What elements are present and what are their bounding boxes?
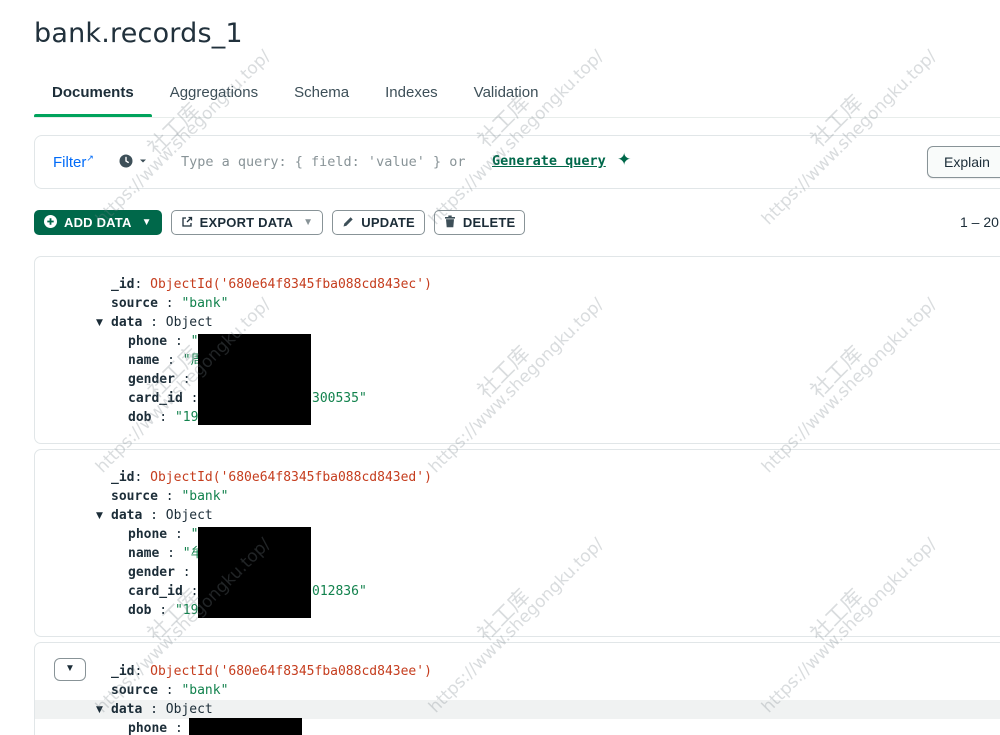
expand-triangle-icon[interactable]: ▼ [96,705,103,715]
nested-field: phone : " [128,527,199,542]
collection-title: bank.records_1 [34,18,243,49]
tabs-divider [34,117,1000,118]
delete-label: DELETE [462,215,516,230]
plus-circle-icon [44,215,57,230]
export-icon [181,216,193,230]
nested-field: card_id : [128,391,199,406]
data-field: data : Object [111,508,213,523]
field-key: phone [128,721,168,735]
field-key: dob [128,603,152,618]
field-key: phone [128,334,168,349]
tab-indexes[interactable]: Indexes [385,82,438,118]
field-key: data [111,508,143,523]
data-field: data : Object [111,702,213,717]
tab-validation[interactable]: Validation [474,82,539,118]
nested-field: gender : [128,372,191,387]
tab-aggregations[interactable]: Aggregations [170,82,258,118]
field-value: "bank" [181,296,229,311]
field-value: 300535" [312,391,367,406]
field-type: Object [165,508,213,523]
id-field: _id: ObjectId('680e64f8345fba088cd843ed'… [111,470,432,485]
pencil-icon [342,216,354,230]
field-key: card_id [128,391,183,406]
field-value: "19 [174,410,199,425]
filter-label: Filter [53,154,87,171]
nested-field: name : "牟 [128,546,204,561]
redaction-box [198,527,311,618]
expand-document-button[interactable]: ▼ [54,658,86,681]
clock-icon [119,154,133,168]
update-label: UPDATE [361,215,415,230]
nested-field: phone : [128,721,183,735]
nested-field: gender : [128,565,191,580]
caret-down-icon: ▼ [141,217,152,228]
add-data-button[interactable]: ADD DATA ▼ [34,210,162,235]
sparkle-icon: ✦ [617,150,632,169]
field-key: _id [111,664,135,679]
field-value: "bank" [181,683,229,698]
documents-toolbar: ADD DATA ▼ EXPORT DATA ▼ UPDATE DELETE [34,210,534,235]
redaction-box [189,718,302,735]
data-field: data : Object [111,315,213,330]
export-data-button[interactable]: EXPORT DATA ▼ [170,210,324,235]
nested-field: card_id : [128,584,199,599]
external-link-icon: ↗ [86,153,94,163]
update-button[interactable]: UPDATE [332,210,425,235]
collection-tabs: Documents Aggregations Schema Indexes Va… [34,82,574,118]
document-card[interactable]: ▼ _id: ObjectId('680e64f8345fba088cd843e… [34,642,1000,735]
tab-schema[interactable]: Schema [294,82,349,118]
tab-documents[interactable]: Documents [34,82,152,118]
field-key: data [111,702,143,717]
redaction-box [198,334,311,425]
field-key: gender [128,565,175,580]
trash-icon [444,215,456,230]
explain-button[interactable]: Explain [927,146,1000,178]
nested-field: dob : "19 [128,603,199,618]
query-bar: Filter↗ Type a query: { field: 'value' }… [34,135,1000,189]
expand-triangle-icon[interactable]: ▼ [96,511,103,521]
source-field: source : "bank" [111,489,229,504]
field-key: dob [128,410,152,425]
field-key: _id [111,470,135,485]
field-key: source [111,296,158,311]
caret-down-icon [140,159,146,163]
field-key: data [111,315,143,330]
field-key: name [128,546,160,561]
field-key: gender [128,372,175,387]
filter-link[interactable]: Filter↗ [53,153,94,171]
object-id-value: ObjectId('680e64f8345fba088cd843ed') [150,470,432,485]
field-type: Object [165,315,213,330]
field-type: Object [165,702,213,717]
add-data-label: ADD DATA [64,215,132,230]
source-field: source : "bank" [111,296,229,311]
field-key: card_id [128,584,183,599]
query-history-button[interactable] [119,154,148,168]
nested-field: name : "周 [128,353,204,368]
generate-query-link[interactable]: Generate query [492,153,606,169]
field-key: _id [111,277,135,292]
field-key: source [111,489,158,504]
field-key: name [128,353,160,368]
source-field: source : "bank" [111,683,229,698]
object-id-value: ObjectId('680e64f8345fba088cd843ee') [150,664,432,679]
query-input[interactable]: Type a query: { field: 'value' } or [181,154,465,170]
delete-button[interactable]: DELETE [433,210,526,235]
expand-triangle-icon[interactable]: ▼ [96,318,103,328]
id-field: _id: ObjectId('680e64f8345fba088cd843ec'… [111,277,432,292]
field-value: "bank" [181,489,229,504]
field-value: 012836" [312,584,367,599]
nested-field: phone : " [128,334,199,349]
document-card[interactable]: _id: ObjectId('680e64f8345fba088cd843ed'… [34,449,1000,637]
pagination-range: 1 – 20 [960,214,999,230]
field-value: "19 [174,603,199,618]
field-key: phone [128,527,168,542]
object-id-value: ObjectId('680e64f8345fba088cd843ec') [150,277,432,292]
export-data-label: EXPORT DATA [199,215,294,230]
document-card[interactable]: _id: ObjectId('680e64f8345fba088cd843ec'… [34,256,1000,444]
id-field: _id: ObjectId('680e64f8345fba088cd843ee'… [111,664,432,679]
nested-field: dob : "19 [128,410,199,425]
caret-down-icon: ▼ [303,217,314,228]
field-key: source [111,683,158,698]
